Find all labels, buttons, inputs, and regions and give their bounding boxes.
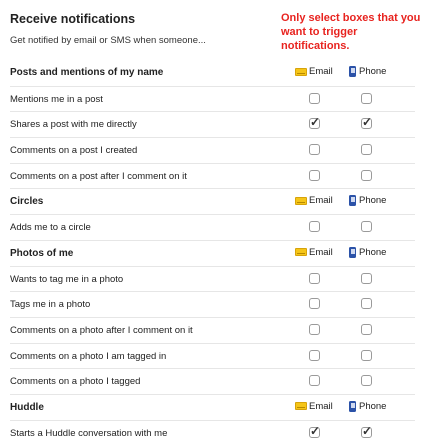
setting-label: Tags me in a photo xyxy=(10,299,91,311)
setting-label: Comments on a photo I tagged xyxy=(10,376,141,388)
setting-row: Shares a post with me directly ✓ ✓ xyxy=(10,111,415,137)
setting-row: Comments on a post I created xyxy=(10,137,415,163)
email-column-label: Email xyxy=(309,400,333,412)
phone-icon xyxy=(349,246,356,258)
checkmark-icon: ✓ xyxy=(310,115,321,130)
phone-column-header: Phone xyxy=(349,400,387,412)
email-checkbox[interactable]: ✓ xyxy=(309,115,321,130)
setting-row: Comments on a photo I am tagged in xyxy=(10,342,415,369)
email-column-label: Email xyxy=(309,66,333,77)
email-column-header: Email xyxy=(295,195,333,206)
phone-column-header: Phone xyxy=(349,246,387,258)
phone-checkbox[interactable] xyxy=(361,323,372,335)
phone-column-label: Phone xyxy=(359,400,387,412)
phone-checkbox[interactable]: ✓ xyxy=(361,423,373,438)
phone-icon xyxy=(349,400,356,412)
section-title: Photos of me xyxy=(10,247,74,259)
setting-row: Starts a Huddle conversation with me ✓ ✓ xyxy=(10,419,415,446)
section-header-row: Huddle Email Phone xyxy=(10,393,415,420)
checkmark-icon: ✓ xyxy=(362,115,373,130)
envelope-icon xyxy=(295,248,307,257)
phone-icon xyxy=(349,195,356,207)
setting-label: Comments on a photo after I comment on i… xyxy=(10,324,193,336)
email-checkbox[interactable] xyxy=(309,221,320,233)
email-column-label: Email xyxy=(309,246,333,258)
email-checkbox[interactable] xyxy=(309,349,320,361)
warning-note: Only select boxes that you want to trigg… xyxy=(281,12,421,52)
phone-checkbox[interactable] xyxy=(361,144,372,156)
setting-row: Comments on a post after I comment on it xyxy=(10,162,415,189)
email-column-header: Email xyxy=(295,401,333,412)
notifications-header: Receive notifications Get notified by em… xyxy=(10,0,290,60)
email-checkbox[interactable] xyxy=(309,323,320,335)
email-column-header: Email xyxy=(295,66,333,77)
phone-checkbox[interactable]: ✓ xyxy=(361,115,373,130)
setting-label: Adds me to a circle xyxy=(10,222,91,234)
phone-column-label: Phone xyxy=(359,66,387,77)
setting-label: Shares a post with me directly xyxy=(10,119,137,131)
notification-settings-list: Posts and mentions of my name Email Phone M… xyxy=(10,60,415,445)
phone-checkbox[interactable] xyxy=(361,92,372,104)
email-checkbox[interactable] xyxy=(309,272,320,284)
setting-label: Mentions me in a post xyxy=(10,93,103,105)
envelope-icon xyxy=(295,196,307,205)
section-title: Circles xyxy=(10,196,44,208)
checkmark-icon: ✓ xyxy=(362,423,373,438)
email-checkbox[interactable] xyxy=(309,298,320,310)
email-checkbox[interactable] xyxy=(309,92,320,104)
section-title: Posts and mentions of my name xyxy=(10,67,164,78)
envelope-icon xyxy=(295,402,307,411)
page-title: Receive notifications xyxy=(10,12,136,26)
phone-checkbox[interactable] xyxy=(361,298,372,310)
setting-row: Adds me to a circle xyxy=(10,214,415,240)
phone-checkbox[interactable] xyxy=(361,375,372,387)
setting-label: Wants to tag me in a photo xyxy=(10,273,124,285)
setting-row: Comments on a photo I tagged xyxy=(10,368,415,394)
phone-checkbox[interactable] xyxy=(361,221,372,233)
email-column-label: Email xyxy=(309,195,333,207)
section-header-row: Photos of me Email Phone xyxy=(10,239,415,266)
setting-label: Starts a Huddle conversation with me xyxy=(10,427,168,439)
phone-column-label: Phone xyxy=(359,246,387,258)
email-checkbox[interactable]: ✓ xyxy=(309,423,321,438)
setting-label: Comments on a post I created xyxy=(10,145,138,157)
phone-checkbox[interactable] xyxy=(361,272,372,284)
section-header-row: Posts and mentions of my name Email Phone xyxy=(10,60,415,86)
setting-row: Tags me in a photo xyxy=(10,291,415,317)
setting-label: Comments on a photo I am tagged in xyxy=(10,350,167,362)
phone-column-header: Phone xyxy=(349,195,387,207)
phone-icon xyxy=(349,66,356,77)
section-header-row: Circles Email Phone xyxy=(10,188,415,214)
setting-row: Mentions me in a post xyxy=(10,85,415,112)
setting-row: Wants to tag me in a photo xyxy=(10,265,415,292)
setting-row: Comments on a photo after I comment on i… xyxy=(10,316,415,343)
page-subtitle: Get notified by email or SMS when someon… xyxy=(10,35,206,46)
checkmark-icon: ✓ xyxy=(310,423,321,438)
phone-checkbox[interactable] xyxy=(361,169,372,181)
email-checkbox[interactable] xyxy=(309,144,320,156)
setting-label: Comments on a post after I comment on it xyxy=(10,170,187,182)
phone-column-label: Phone xyxy=(359,195,387,207)
section-title: Huddle xyxy=(10,401,44,413)
phone-column-header: Phone xyxy=(349,66,386,77)
envelope-icon xyxy=(295,67,307,76)
email-checkbox[interactable] xyxy=(309,169,320,181)
email-column-header: Email xyxy=(295,247,333,258)
phone-checkbox[interactable] xyxy=(361,349,372,361)
email-checkbox[interactable] xyxy=(309,375,320,387)
